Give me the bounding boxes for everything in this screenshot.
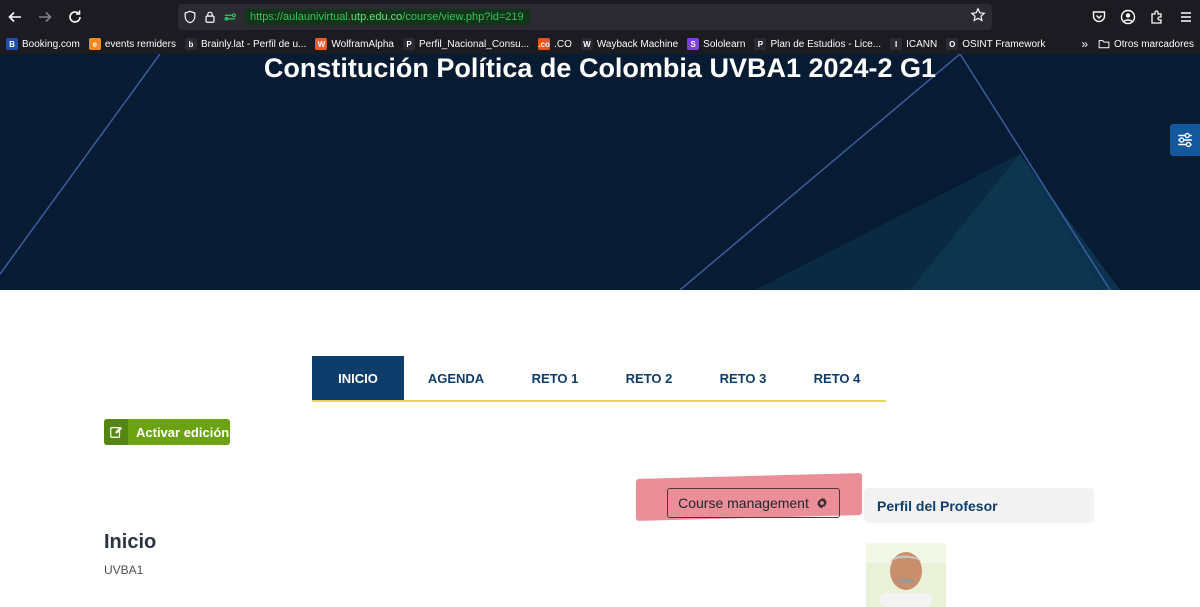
edit-mode-button[interactable]: Activar edición (104, 419, 230, 445)
bookmark-item[interactable]: W WolframAlpha (315, 38, 394, 50)
bookmark-label: OSINT Framework (962, 38, 1046, 50)
bookmarks-overflow-chevron-icon[interactable]: » (1081, 34, 1088, 54)
bookmark-label: Wayback Machine (596, 38, 679, 50)
bookmark-favicon-icon: W (580, 38, 593, 50)
course-management-button[interactable]: Course management (667, 488, 840, 518)
bookmark-label: Plan de Estudios - Lice... (770, 38, 882, 50)
course-management-label: Course management (678, 495, 809, 511)
edit-mode-label: Activar edición (136, 424, 230, 440)
tab-reto-4[interactable]: RETO 4 (790, 356, 884, 400)
star-icon (970, 7, 986, 22)
sliders-icon (1178, 132, 1192, 148)
url-domain: utp.edu.co (350, 11, 403, 23)
section-subtitle: UVBA1 (104, 563, 144, 577)
menu-button[interactable] (1171, 2, 1200, 32)
permissions-icon[interactable] (220, 7, 240, 27)
drawer-toggle-button[interactable] (1170, 124, 1200, 156)
url-prefix: https://aulaunivirtual. (250, 11, 351, 23)
bookmark-item[interactable]: .co .CO (538, 38, 572, 50)
url-path: /course/view.php?id=219 (402, 11, 524, 23)
bookmark-item[interactable]: B Booking.com (6, 38, 80, 50)
toolbar-right (1084, 2, 1200, 32)
pocket-button[interactable] (1084, 2, 1113, 32)
teacher-avatar-image (866, 543, 946, 607)
shield-icon[interactable] (180, 7, 200, 27)
tab-agenda[interactable]: AGENDA (404, 356, 508, 400)
account-icon (1120, 9, 1135, 25)
bookmark-label: Booking.com (22, 38, 80, 50)
course-tabs: INICIO AGENDA RETO 1 RETO 2 RETO 3 RETO 4 (312, 356, 886, 402)
bookmark-item[interactable]: O OSINT Framework (946, 38, 1045, 50)
arrow-left-icon (8, 11, 21, 23)
url-bar[interactable]: https://aulaunivirtual.utp.edu.co/course… (178, 4, 992, 30)
reload-icon (69, 10, 81, 23)
bookmark-label: Brainly.lat - Perfil de u... (200, 38, 307, 50)
reload-button[interactable] (60, 2, 90, 32)
bookmark-favicon-icon: e (88, 38, 101, 50)
account-button[interactable] (1113, 2, 1142, 32)
folder-icon (1098, 40, 1110, 49)
teacher-profile-block-title: Perfil del Profesor (864, 488, 1094, 523)
bookmark-item[interactable]: I ICANN (890, 38, 937, 50)
bookmark-label: Perfil_Nacional_Consu... (419, 38, 530, 50)
bookmark-item[interactable]: S Sololearn (687, 38, 745, 50)
bookmarks-bar: B Booking.com e events remiders b Brainly.lat… (0, 34, 1200, 54)
bookmark-label: ICANN (906, 38, 938, 50)
bookmark-item[interactable]: W Wayback Machine (580, 38, 679, 50)
bookmark-favicon-icon: I (890, 38, 903, 50)
teacher-photo[interactable] (866, 543, 946, 607)
bookmark-item[interactable]: P Perfil_Nacional_Consu... (403, 38, 529, 50)
gear-icon (817, 497, 827, 509)
lock-icon[interactable] (200, 7, 220, 27)
extensions-button[interactable] (1142, 2, 1171, 32)
other-bookmarks-folder[interactable]: Otros marcadores (1098, 34, 1194, 54)
bookmark-favicon-icon: b (184, 38, 197, 50)
course-header-banner: Constitución Política de Colombia UVBA1 … (0, 54, 1200, 290)
bookmark-star-button[interactable] (970, 7, 986, 28)
browser-toolbar: https://aulaunivirtual.utp.edu.co/course… (0, 0, 1200, 34)
url-text[interactable]: https://aulaunivirtual.utp.edu.co/course… (244, 9, 530, 25)
puzzle-icon (1150, 10, 1162, 24)
banner-decoration (0, 54, 1120, 290)
tab-reto-1[interactable]: RETO 1 (508, 356, 602, 400)
section-title: Inicio (104, 531, 157, 553)
bookmark-label: .CO (554, 38, 572, 50)
bookmark-favicon-icon: W (315, 38, 328, 50)
course-title: Constitución Política de Colombia UVBA1 … (263, 54, 937, 83)
bookmark-favicon-icon: .co (538, 38, 551, 50)
hamburger-icon (1180, 12, 1191, 22)
bookmark-label: events remiders (104, 38, 176, 50)
bookmark-favicon-icon: O (946, 38, 959, 50)
bookmark-item[interactable]: e events remiders (88, 38, 176, 50)
bookmark-favicon-icon: P (403, 38, 415, 50)
bookmark-favicon-icon: B (6, 38, 18, 50)
bookmark-item[interactable]: b Brainly.lat - Perfil de u... (184, 38, 307, 50)
bookmark-favicon-icon: P (754, 38, 767, 50)
tab-reto-3[interactable]: RETO 3 (696, 356, 790, 400)
tab-reto-2[interactable]: RETO 2 (602, 356, 696, 400)
bookmark-item[interactable]: P Plan de Estudios - Lice... (754, 38, 881, 50)
bookmark-label: WolframAlpha (331, 38, 394, 50)
forward-button[interactable] (30, 2, 60, 32)
pocket-icon (1092, 11, 1105, 23)
bookmark-favicon-icon: S (687, 38, 700, 50)
arrow-right-icon (39, 11, 52, 23)
bookmark-label: Sololearn (703, 38, 746, 50)
tab-inicio[interactable]: INICIO (312, 356, 404, 400)
edit-icon (104, 419, 128, 445)
back-button[interactable] (0, 2, 30, 32)
other-bookmarks-label: Otros marcadores (1113, 38, 1194, 50)
